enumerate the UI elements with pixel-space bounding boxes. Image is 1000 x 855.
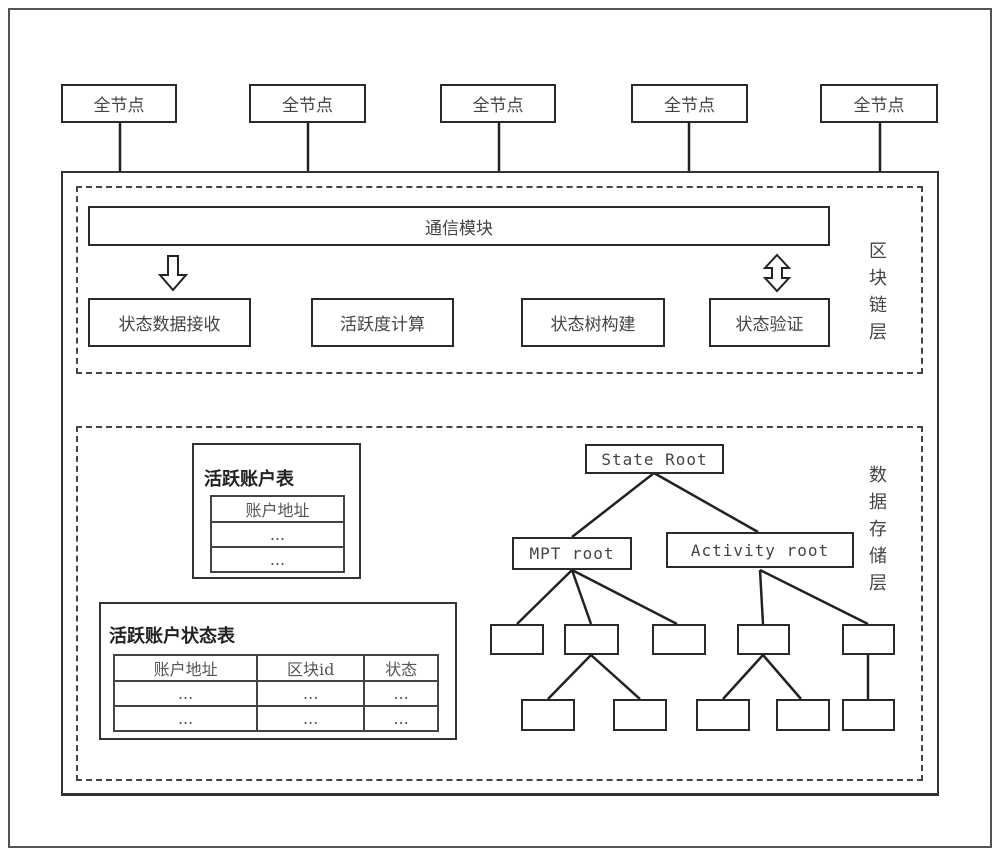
active-account-table-title: 活跃账户表 bbox=[204, 469, 294, 490]
header-cell: 账户地址 bbox=[210, 495, 345, 523]
tree-node-state-root: State Root bbox=[585, 444, 724, 474]
module-state-verify: 状态验证 bbox=[709, 298, 830, 347]
cell: ... bbox=[112, 680, 259, 707]
tree-leaf bbox=[696, 699, 750, 731]
label-char: 储 bbox=[869, 546, 887, 567]
comm-module: 通信模块 bbox=[88, 206, 830, 246]
cell: ... bbox=[256, 680, 366, 707]
tree-leaf bbox=[842, 624, 895, 655]
active-account-state-table-title: 活跃账户状态表 bbox=[109, 626, 235, 647]
label-char: 层 bbox=[869, 322, 887, 343]
cell: ... bbox=[363, 705, 439, 732]
label-char: 层 bbox=[869, 573, 887, 594]
label-char: 区 bbox=[869, 241, 887, 262]
tree-leaf bbox=[842, 699, 895, 731]
active-account-state-grid: 账户地址 区块id 状态 ... ... ... ... ... ... bbox=[112, 654, 439, 732]
active-account-table: 活跃账户表 账户地址 ... ... bbox=[192, 443, 361, 579]
header-cell: 账户地址 bbox=[112, 654, 259, 682]
label-char: 存 bbox=[869, 519, 887, 540]
label-char: 块 bbox=[869, 268, 887, 289]
cell: ... bbox=[256, 705, 366, 732]
tree-leaf bbox=[613, 699, 667, 731]
active-account-state-table: 活跃账户状态表 账户地址 区块id 状态 ... ... ... ... ...… bbox=[99, 602, 457, 740]
module-state-data-receive: 状态数据接收 bbox=[88, 298, 251, 347]
tree-leaf bbox=[564, 624, 619, 655]
label-char: 链 bbox=[869, 295, 887, 316]
header-cell: 状态 bbox=[363, 654, 439, 682]
tree-node-mpt-root: MPT root bbox=[512, 537, 632, 570]
cell: ... bbox=[112, 705, 259, 732]
header-cell: 区块id bbox=[256, 654, 366, 682]
label-char: 据 bbox=[869, 492, 887, 513]
module-activity-calc: 活跃度计算 bbox=[311, 298, 454, 347]
active-account-grid: 账户地址 ... ... bbox=[210, 495, 345, 573]
label-char: 数 bbox=[869, 465, 887, 486]
tree-leaf bbox=[521, 699, 575, 731]
cell: ... bbox=[210, 546, 345, 573]
tree-leaf bbox=[490, 624, 544, 655]
cell: ... bbox=[363, 680, 439, 707]
tree-leaf bbox=[652, 624, 706, 655]
tree-leaf bbox=[737, 624, 790, 655]
module-state-tree-build: 状态树构建 bbox=[521, 298, 665, 347]
storage-layer-label: 数 据 存 储 层 bbox=[866, 462, 890, 597]
blockchain-layer-label: 区 块 链 层 bbox=[866, 238, 890, 346]
tree-leaf bbox=[776, 699, 830, 731]
tree-node-activity-root: Activity root bbox=[666, 532, 854, 568]
cell: ... bbox=[210, 521, 345, 548]
